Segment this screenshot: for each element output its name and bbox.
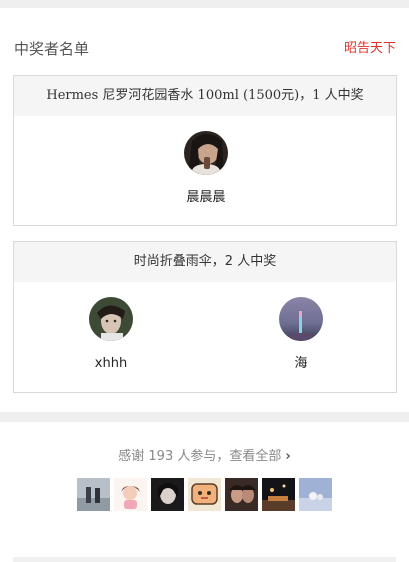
winner-item[interactable]: 晨晨晨 <box>156 131 256 207</box>
footer-divider <box>13 557 396 562</box>
winner-name: xhhh <box>94 356 128 371</box>
participant-avatar[interactable] <box>262 478 295 511</box>
prize-title: Hermes 尼罗河花园香水 100ml (1500元)，1 人中奖 <box>14 76 396 116</box>
participant-avatar[interactable] <box>299 478 332 511</box>
prize-title: 时尚折叠雨伞，2 人中奖 <box>14 242 396 282</box>
avatar[interactable] <box>89 297 133 341</box>
participant-avatar[interactable] <box>114 478 147 511</box>
winner-list-title: 中奖者名单 <box>14 40 90 58</box>
winner-list-header: 中奖者名单 昭告天下 <box>14 38 396 60</box>
participant-avatar[interactable] <box>188 478 221 511</box>
chevron-right-icon: › <box>285 449 291 464</box>
winner-name: 海 <box>294 356 308 371</box>
prize-card: Hermes 尼罗河花园香水 100ml (1500元)，1 人中奖 晨晨晨 <box>13 75 397 226</box>
winner-item[interactable]: xhhh <box>61 297 161 373</box>
section-divider <box>0 412 409 422</box>
winner-name: 晨晨晨 <box>186 190 226 205</box>
winner-list: 晨晨晨 <box>14 116 396 227</box>
participant-avatar[interactable] <box>225 478 258 511</box>
top-divider <box>0 0 409 8</box>
winner-item[interactable]: 海 <box>251 297 351 373</box>
avatar[interactable] <box>279 297 323 341</box>
participants-count-text: 感谢 193 人参与，查看全部 <box>118 449 282 464</box>
participant-avatar[interactable] <box>151 478 184 511</box>
participant-avatar[interactable] <box>77 478 110 511</box>
share-button[interactable]: 昭告天下 <box>344 39 396 59</box>
winner-list: xhhh 海 <box>14 282 396 393</box>
view-all-participants-link[interactable]: 感谢 193 人参与，查看全部 › <box>0 448 409 466</box>
prize-card: 时尚折叠雨伞，2 人中奖 xhhh 海 <box>13 241 397 393</box>
avatar[interactable] <box>184 131 228 175</box>
